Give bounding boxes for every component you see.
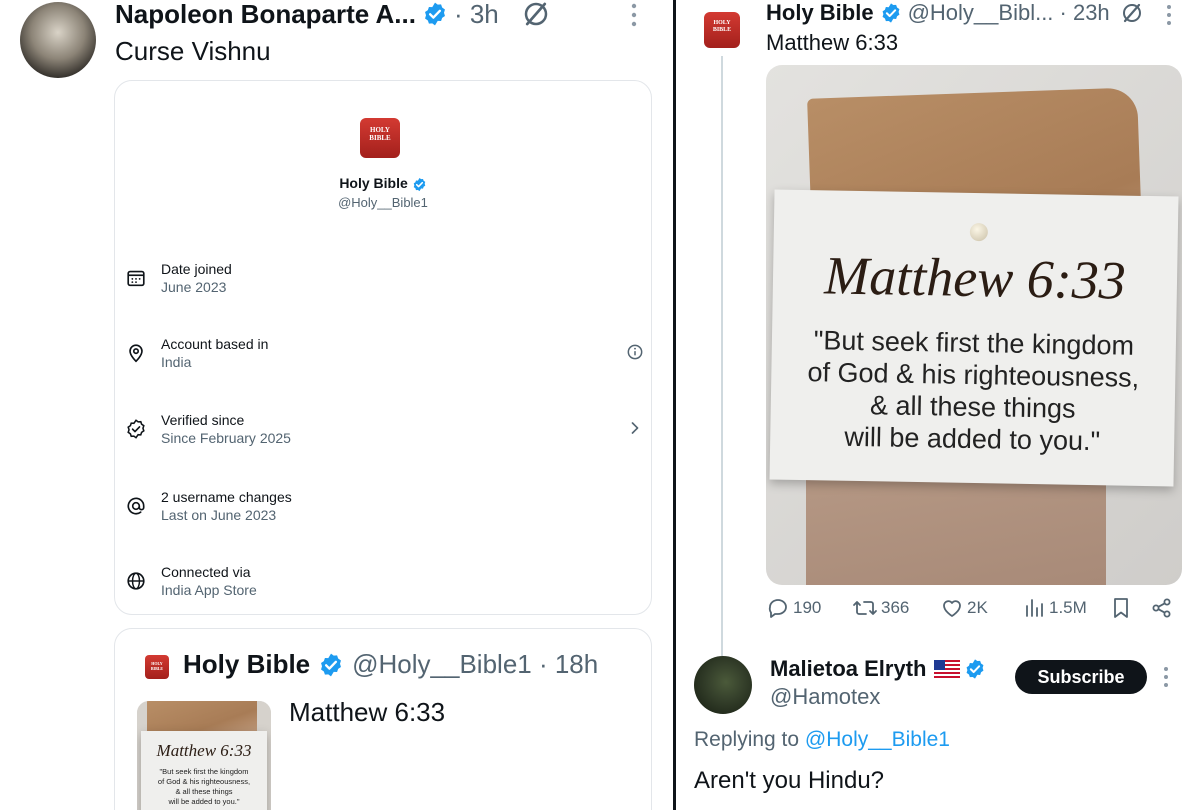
app-icon-text: HOLY BIBLE (150, 661, 164, 671)
holy-bible-app-icon: HOLY BIBLE (360, 118, 400, 158)
subscribe-button[interactable]: Subscribe (1015, 660, 1147, 694)
author-name[interactable]: Napoleon Bonaparte A... (115, 0, 416, 30)
reply-header: Malietoa Elryth (770, 656, 986, 682)
image-title: Matthew 6:33 (156, 741, 252, 760)
heart-icon (943, 600, 961, 617)
account-handle: @Holy__Bible1 (338, 195, 428, 210)
row-value: India App Store (161, 582, 257, 598)
holy-bible-avatar[interactable]: HOLY BIBLE (704, 12, 740, 48)
author-handle-time: @Holy__Bibl... · 23h (907, 0, 1110, 25)
image-title: Matthew 6:33 (823, 245, 1127, 311)
info-icon[interactable] (625, 342, 645, 362)
tweet-image[interactable]: Matthew 6:33 "But seek first the kingdom… (766, 65, 1182, 585)
about-row-date-joined: Date joined June 2023 (125, 261, 645, 301)
quoted-tweet-card[interactable]: HOLY BIBLE Holy Bible @Holy__Bible1 · 18… (114, 628, 652, 810)
location-pin-icon (129, 344, 143, 363)
quoted-tweet-header: Holy Bible @Holy__Bible1 · 18h (183, 649, 598, 680)
quoted-author-name[interactable]: Holy Bible (183, 649, 310, 680)
image-quote: "But seek first the kingdom of God & his… (157, 767, 251, 806)
bookmark-button[interactable] (1110, 596, 1135, 620)
row-value: Last on June 2023 (161, 507, 277, 523)
about-row-account-based-in: Account based in India (125, 336, 645, 376)
reply-text: Aren't you Hindu? (694, 767, 885, 794)
account-name-row: Holy Bible (115, 175, 651, 192)
pin-icon (969, 222, 989, 242)
share-icon (1152, 598, 1171, 618)
views-chart-icon (1026, 599, 1043, 617)
row-label: Account based in (161, 336, 269, 352)
calendar-icon (127, 270, 145, 287)
replying-mention-link[interactable]: @Holy__Bible1 (805, 728, 950, 751)
image-note-paper: Matthew 6:33 "But seek first the kingdom… (769, 189, 1179, 487)
quoted-tweet-text: Matthew 6:33 (289, 697, 446, 727)
more-options-icon[interactable] (628, 2, 640, 28)
row-value: June 2023 (161, 279, 227, 295)
verified-badge-outline-icon (127, 419, 145, 439)
views-button[interactable]: 1.5M (1024, 596, 1087, 620)
replying-to-line: Replying to @Holy__Bible1 (694, 728, 950, 752)
author-name[interactable]: Holy Bible (766, 0, 874, 26)
repost-icon (853, 601, 877, 615)
verified-badge-icon (413, 177, 425, 191)
like-count: 2K (967, 598, 988, 617)
reply-author-name[interactable]: Malietoa Elryth (770, 656, 926, 682)
replying-prefix: Replying to (694, 728, 800, 751)
repost-button[interactable]: 366 (852, 596, 909, 620)
reply-author-handle[interactable]: @Hamotex (770, 684, 880, 710)
app-icon-text: HOLY BIBLE (369, 126, 391, 142)
quoted-handle-time: @Holy__Bible1 · 18h (352, 649, 599, 679)
like-button[interactable]: 2K (940, 596, 988, 620)
thread-line (721, 56, 723, 656)
more-options-icon[interactable] (1161, 666, 1171, 688)
tweet-header: Holy Bible @Holy__Bibl... · 23h (766, 0, 1144, 28)
verified-badge-icon (882, 3, 900, 23)
reply-count: 190 (793, 598, 822, 617)
reply-icon (768, 599, 787, 618)
app-icon-text: HOLY BIBLE (712, 20, 732, 33)
about-row-username-changes: 2 username changes Last on June 2023 (125, 489, 645, 529)
globe-icon (127, 572, 145, 590)
tweet-actions-bar: 190 366 2K 1.5M (766, 596, 1186, 626)
share-button[interactable] (1150, 596, 1177, 620)
chevron-right-icon[interactable] (625, 418, 645, 438)
author-avatar[interactable] (20, 2, 96, 78)
tweet-text: Matthew 6:33 (766, 30, 899, 55)
reply-author-avatar[interactable] (694, 656, 752, 714)
row-value: India (161, 354, 192, 370)
row-value: Since February 2025 (161, 430, 291, 446)
us-flag-icon (934, 660, 961, 678)
at-sign-icon (127, 497, 145, 515)
tweet-text: Curse Vishnu (115, 36, 271, 66)
row-label: Verified since (161, 412, 245, 428)
holy-bible-app-icon: HOLY BIBLE (145, 655, 169, 679)
verified-badge-icon (967, 659, 984, 679)
bookmark-icon (1114, 598, 1128, 618)
more-options-icon[interactable] (1164, 4, 1174, 26)
quoted-tweet-image[interactable]: Matthew 6:33 "But seek first the kingdom… (137, 701, 271, 810)
verified-badge-icon (321, 653, 342, 676)
reply-button[interactable]: 190 (766, 596, 821, 620)
left-screenshot-pane: Napoleon Bonaparte A... · 3h Curse Vishn… (0, 0, 673, 810)
grok-icon[interactable] (521, 0, 551, 29)
image-note-paper: Matthew 6:33 "But seek first the kingdom… (141, 731, 267, 810)
account-name: Holy Bible (339, 175, 408, 191)
about-row-verified-since[interactable]: Verified since Since February 2025 (125, 412, 645, 452)
tweet-time[interactable]: · 3h (454, 0, 499, 30)
row-label: 2 username changes (161, 489, 292, 505)
repost-count: 366 (881, 598, 910, 617)
image-quote: "But seek first the kingdom of God & his… (807, 325, 1140, 457)
right-screenshot-pane: HOLY BIBLE Holy Bible @Holy__Bibl... · 2… (676, 0, 1199, 810)
about-account-card[interactable]: HOLY BIBLE Holy Bible @Holy__Bible1 Date… (114, 80, 652, 615)
row-label: Date joined (161, 261, 232, 277)
grok-icon[interactable] (1120, 1, 1144, 25)
row-label: Connected via (161, 564, 251, 580)
verified-badge-icon (425, 2, 445, 26)
tweet-header: Napoleon Bonaparte A... · 3h (115, 0, 551, 32)
views-count: 1.5M (1049, 598, 1087, 617)
about-row-connected-via: Connected via India App Store (125, 564, 645, 604)
